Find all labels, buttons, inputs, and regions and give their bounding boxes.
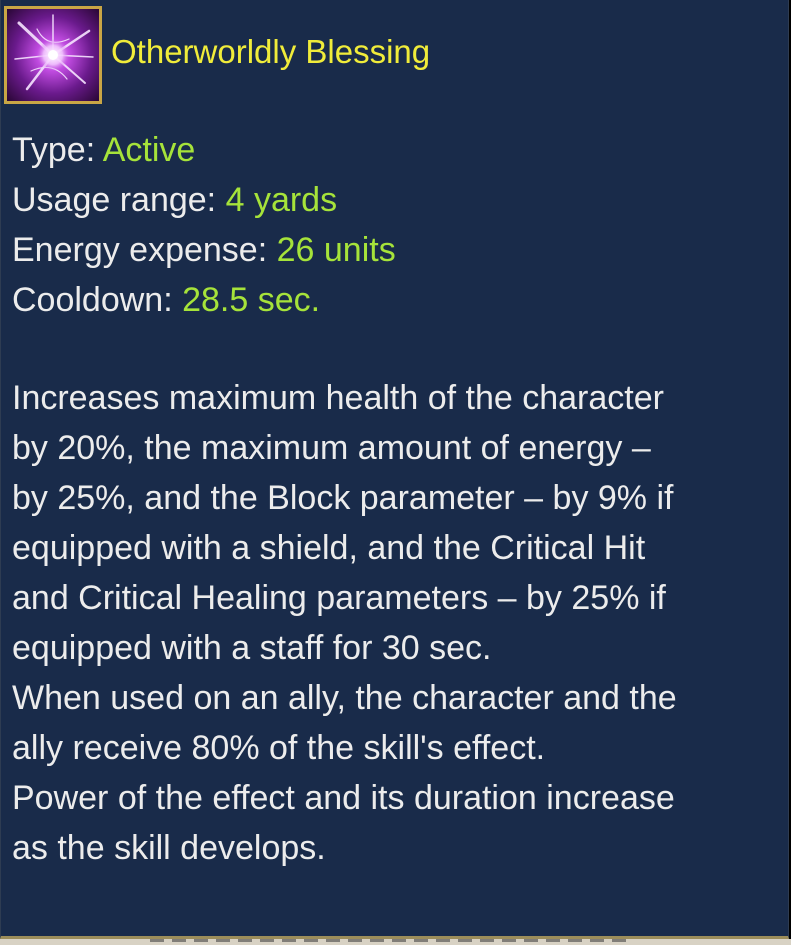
stat-label: Cooldown: bbox=[12, 281, 173, 319]
stat-energy-expense: Energy expense: 26 units bbox=[12, 225, 396, 275]
purple-burst-skill-icon bbox=[7, 9, 99, 101]
stat-label: Usage range: bbox=[12, 181, 217, 219]
stat-cooldown: Cooldown: 28.5 sec. bbox=[12, 275, 396, 325]
stat-label: Energy expense: bbox=[12, 231, 268, 269]
stat-value: 26 units bbox=[276, 231, 396, 269]
stat-label: Type: bbox=[12, 131, 96, 169]
stat-value: Active bbox=[102, 131, 196, 169]
tooltip-bottom-edge bbox=[0, 939, 791, 945]
description-line: equipped with a shield, and the Critical… bbox=[12, 529, 646, 567]
description-line: ally receive 80% of the skill's effect. bbox=[12, 729, 546, 767]
skill-icon-frame bbox=[4, 6, 102, 104]
description-line: by 25%, and the Block parameter – by 9% … bbox=[12, 479, 674, 517]
description-line: by 20%, the maximum amount of energy – bbox=[12, 429, 651, 467]
description-line: Increases maximum health of the characte… bbox=[12, 379, 664, 417]
description-line: as the skill develops. bbox=[12, 829, 326, 867]
bottom-edge-decoration bbox=[150, 939, 630, 942]
skill-description: Increases maximum health of the characte… bbox=[12, 373, 782, 873]
stat-type: Type: Active bbox=[12, 125, 396, 175]
stat-value: 28.5 sec. bbox=[182, 281, 321, 319]
skill-stats: Type: Active Usage range: 4 yards Energy… bbox=[12, 125, 396, 325]
description-line: Power of the effect and its duration inc… bbox=[12, 779, 675, 817]
description-line: When used on an ally, the character and … bbox=[12, 679, 677, 717]
stat-value: 4 yards bbox=[225, 181, 338, 219]
skill-tooltip: Otherworldly Blessing Type: Active Usage… bbox=[0, 0, 789, 939]
description-line: and Critical Healing parameters – by 25%… bbox=[12, 579, 666, 617]
stat-usage-range: Usage range: 4 yards bbox=[12, 175, 396, 225]
skill-title: Otherworldly Blessing bbox=[111, 33, 431, 70]
description-line: equipped with a staff for 30 sec. bbox=[12, 629, 492, 667]
